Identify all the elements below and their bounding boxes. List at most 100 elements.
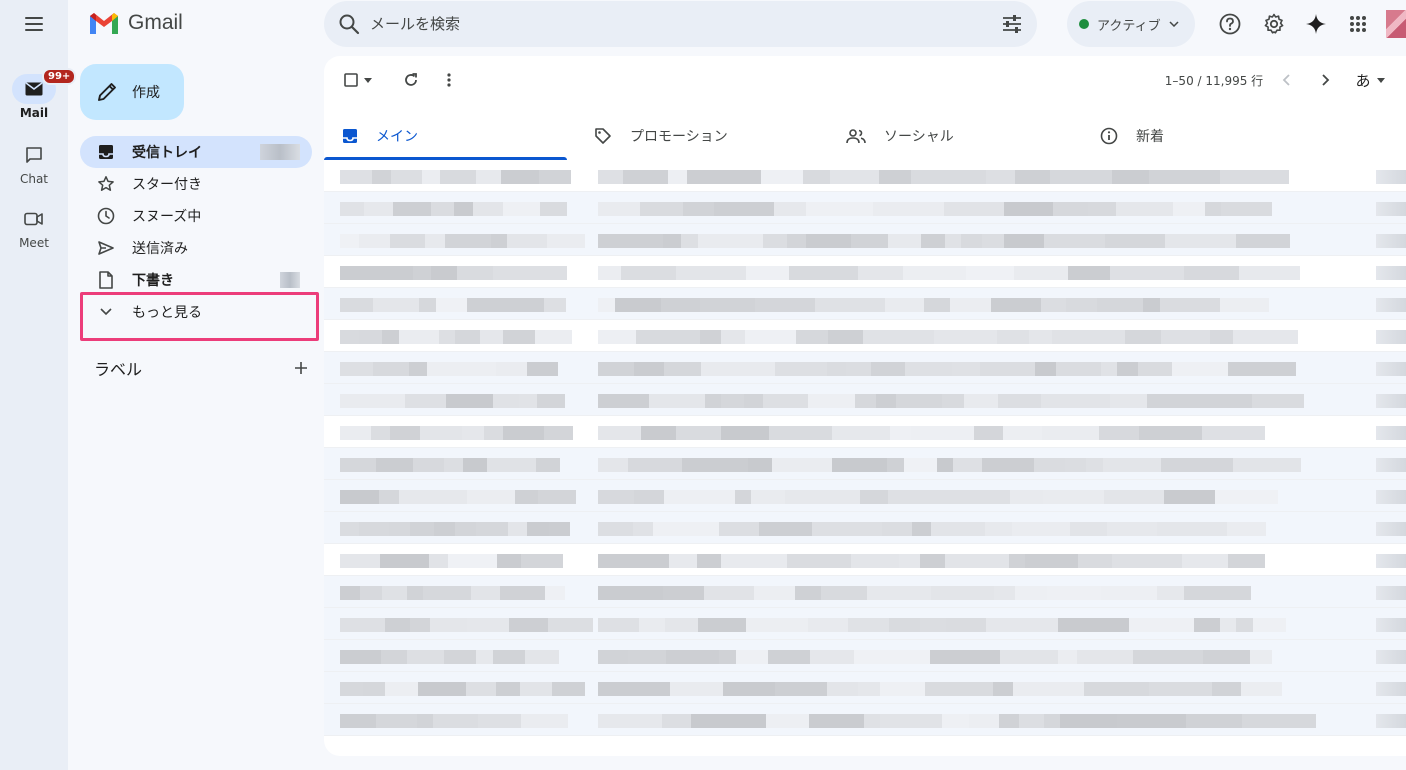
settings-gear-icon[interactable] [1254, 4, 1294, 44]
nav-item-starred[interactable]: スター付き [80, 168, 312, 200]
obscured-subject [985, 522, 1012, 536]
obscured-sender [500, 586, 545, 600]
next-page-icon[interactable] [1314, 65, 1338, 95]
obscured-subject [768, 650, 810, 664]
email-row[interactable] [324, 224, 1406, 256]
email-row[interactable] [324, 480, 1406, 512]
obscured-subject [598, 554, 669, 568]
obscured-subject [1107, 522, 1157, 536]
chevron-down-icon [1169, 21, 1179, 27]
obscured-subject [665, 618, 698, 632]
obscured-subject [621, 266, 676, 280]
obscured-subject [961, 234, 982, 248]
help-icon[interactable] [1210, 4, 1250, 44]
select-all-checkbox[interactable] [338, 65, 378, 95]
obscured-subject [744, 394, 763, 408]
obscured-sender [544, 298, 566, 312]
obscured-date [1376, 362, 1406, 376]
labels-section-header: ラベル [94, 356, 308, 380]
rail-item-mail[interactable]: 99+ Mail [0, 68, 77, 130]
obscured-subject [639, 618, 665, 632]
obscured-subject [1110, 266, 1184, 280]
email-row[interactable] [324, 256, 1406, 288]
email-row[interactable] [324, 576, 1406, 608]
rail-item-meet[interactable]: Meet [0, 204, 68, 260]
inbox-icon [343, 129, 357, 143]
compose-button[interactable]: 作成 [80, 64, 184, 120]
obscured-subject [1058, 650, 1077, 664]
email-row[interactable] [324, 608, 1406, 640]
obscured-subject [789, 266, 858, 280]
search-icon[interactable] [338, 13, 360, 35]
email-row[interactable] [324, 544, 1406, 576]
obscured-subject [860, 490, 888, 504]
obscured-subject [598, 522, 633, 536]
email-row[interactable] [324, 288, 1406, 320]
email-row[interactable] [324, 640, 1406, 672]
obscured-sender [340, 650, 381, 664]
nav-item-snoozed[interactable]: スヌーズ中 [80, 200, 312, 232]
obscured-subject [698, 234, 763, 248]
nav-item-inbox[interactable]: 受信トレイ [80, 136, 312, 168]
obscured-subject [942, 394, 964, 408]
obscured-subject [735, 490, 751, 504]
status-selector[interactable]: アクティブ [1067, 1, 1195, 47]
email-row[interactable] [324, 320, 1406, 352]
account-avatar[interactable] [1386, 10, 1406, 38]
obscured-subject [1220, 298, 1269, 312]
tab-promotions[interactable]: プロモーション [576, 112, 819, 160]
tab-updates[interactable]: 新着 [1082, 112, 1325, 160]
obscured-sender [527, 522, 549, 536]
nav-item-drafts[interactable]: 下書き [80, 264, 312, 296]
obscured-date [1376, 682, 1406, 696]
tab-primary[interactable]: メイン [324, 112, 567, 160]
obscured-subject [1220, 170, 1289, 184]
search-options-icon[interactable] [1001, 14, 1023, 34]
obscured-sender [497, 554, 521, 568]
obscured-subject [1003, 426, 1042, 440]
obscured-subject [669, 554, 697, 568]
obscured-subject [1233, 458, 1301, 472]
obscured-subject [683, 202, 714, 216]
rail-item-chat[interactable]: Chat [0, 140, 68, 196]
more-vertical-icon[interactable] [436, 65, 462, 95]
tab-social[interactable]: ソーシャル [828, 112, 1071, 160]
email-row[interactable] [324, 416, 1406, 448]
obscured-subject [1233, 330, 1298, 344]
chevron-down-icon [96, 302, 116, 322]
email-row[interactable] [324, 192, 1406, 224]
status-dot [1079, 19, 1089, 29]
apps-grid-icon[interactable] [1338, 4, 1378, 44]
gemini-sparkle-icon[interactable] [1296, 4, 1336, 44]
obscured-subject [1105, 234, 1165, 248]
obscured-subject [634, 362, 664, 376]
obscured-subject [867, 586, 931, 600]
obscured-subject [634, 490, 664, 504]
gmail-logo[interactable]: Gmail [88, 10, 183, 36]
obscured-subject [912, 522, 931, 536]
email-row[interactable] [324, 352, 1406, 384]
obscured-sender [422, 170, 440, 184]
refresh-icon[interactable] [396, 65, 426, 95]
obscured-subject [1041, 394, 1110, 408]
search-input[interactable] [370, 15, 1001, 33]
obscured-sender [549, 522, 570, 536]
nav-item-sent[interactable]: 送信済み [80, 232, 312, 264]
email-row[interactable] [324, 512, 1406, 544]
drafts-count [280, 272, 300, 288]
email-row[interactable] [324, 160, 1406, 192]
previous-page-icon[interactable] [1274, 65, 1298, 95]
nav-item-more[interactable]: もっと見る [80, 296, 312, 328]
obscured-subject [1077, 650, 1133, 664]
obscured-sender [359, 522, 389, 536]
email-row[interactable] [324, 672, 1406, 704]
email-row[interactable] [324, 704, 1406, 736]
input-tools-button[interactable]: あ [1350, 65, 1390, 95]
obscured-subject [1149, 170, 1220, 184]
search-bar[interactable] [324, 1, 1037, 47]
email-row[interactable] [324, 384, 1406, 416]
mail-icon: 99+ [12, 68, 77, 104]
main-menu-icon[interactable] [16, 10, 52, 38]
add-label-plus-icon[interactable] [294, 361, 308, 375]
email-row[interactable] [324, 448, 1406, 480]
